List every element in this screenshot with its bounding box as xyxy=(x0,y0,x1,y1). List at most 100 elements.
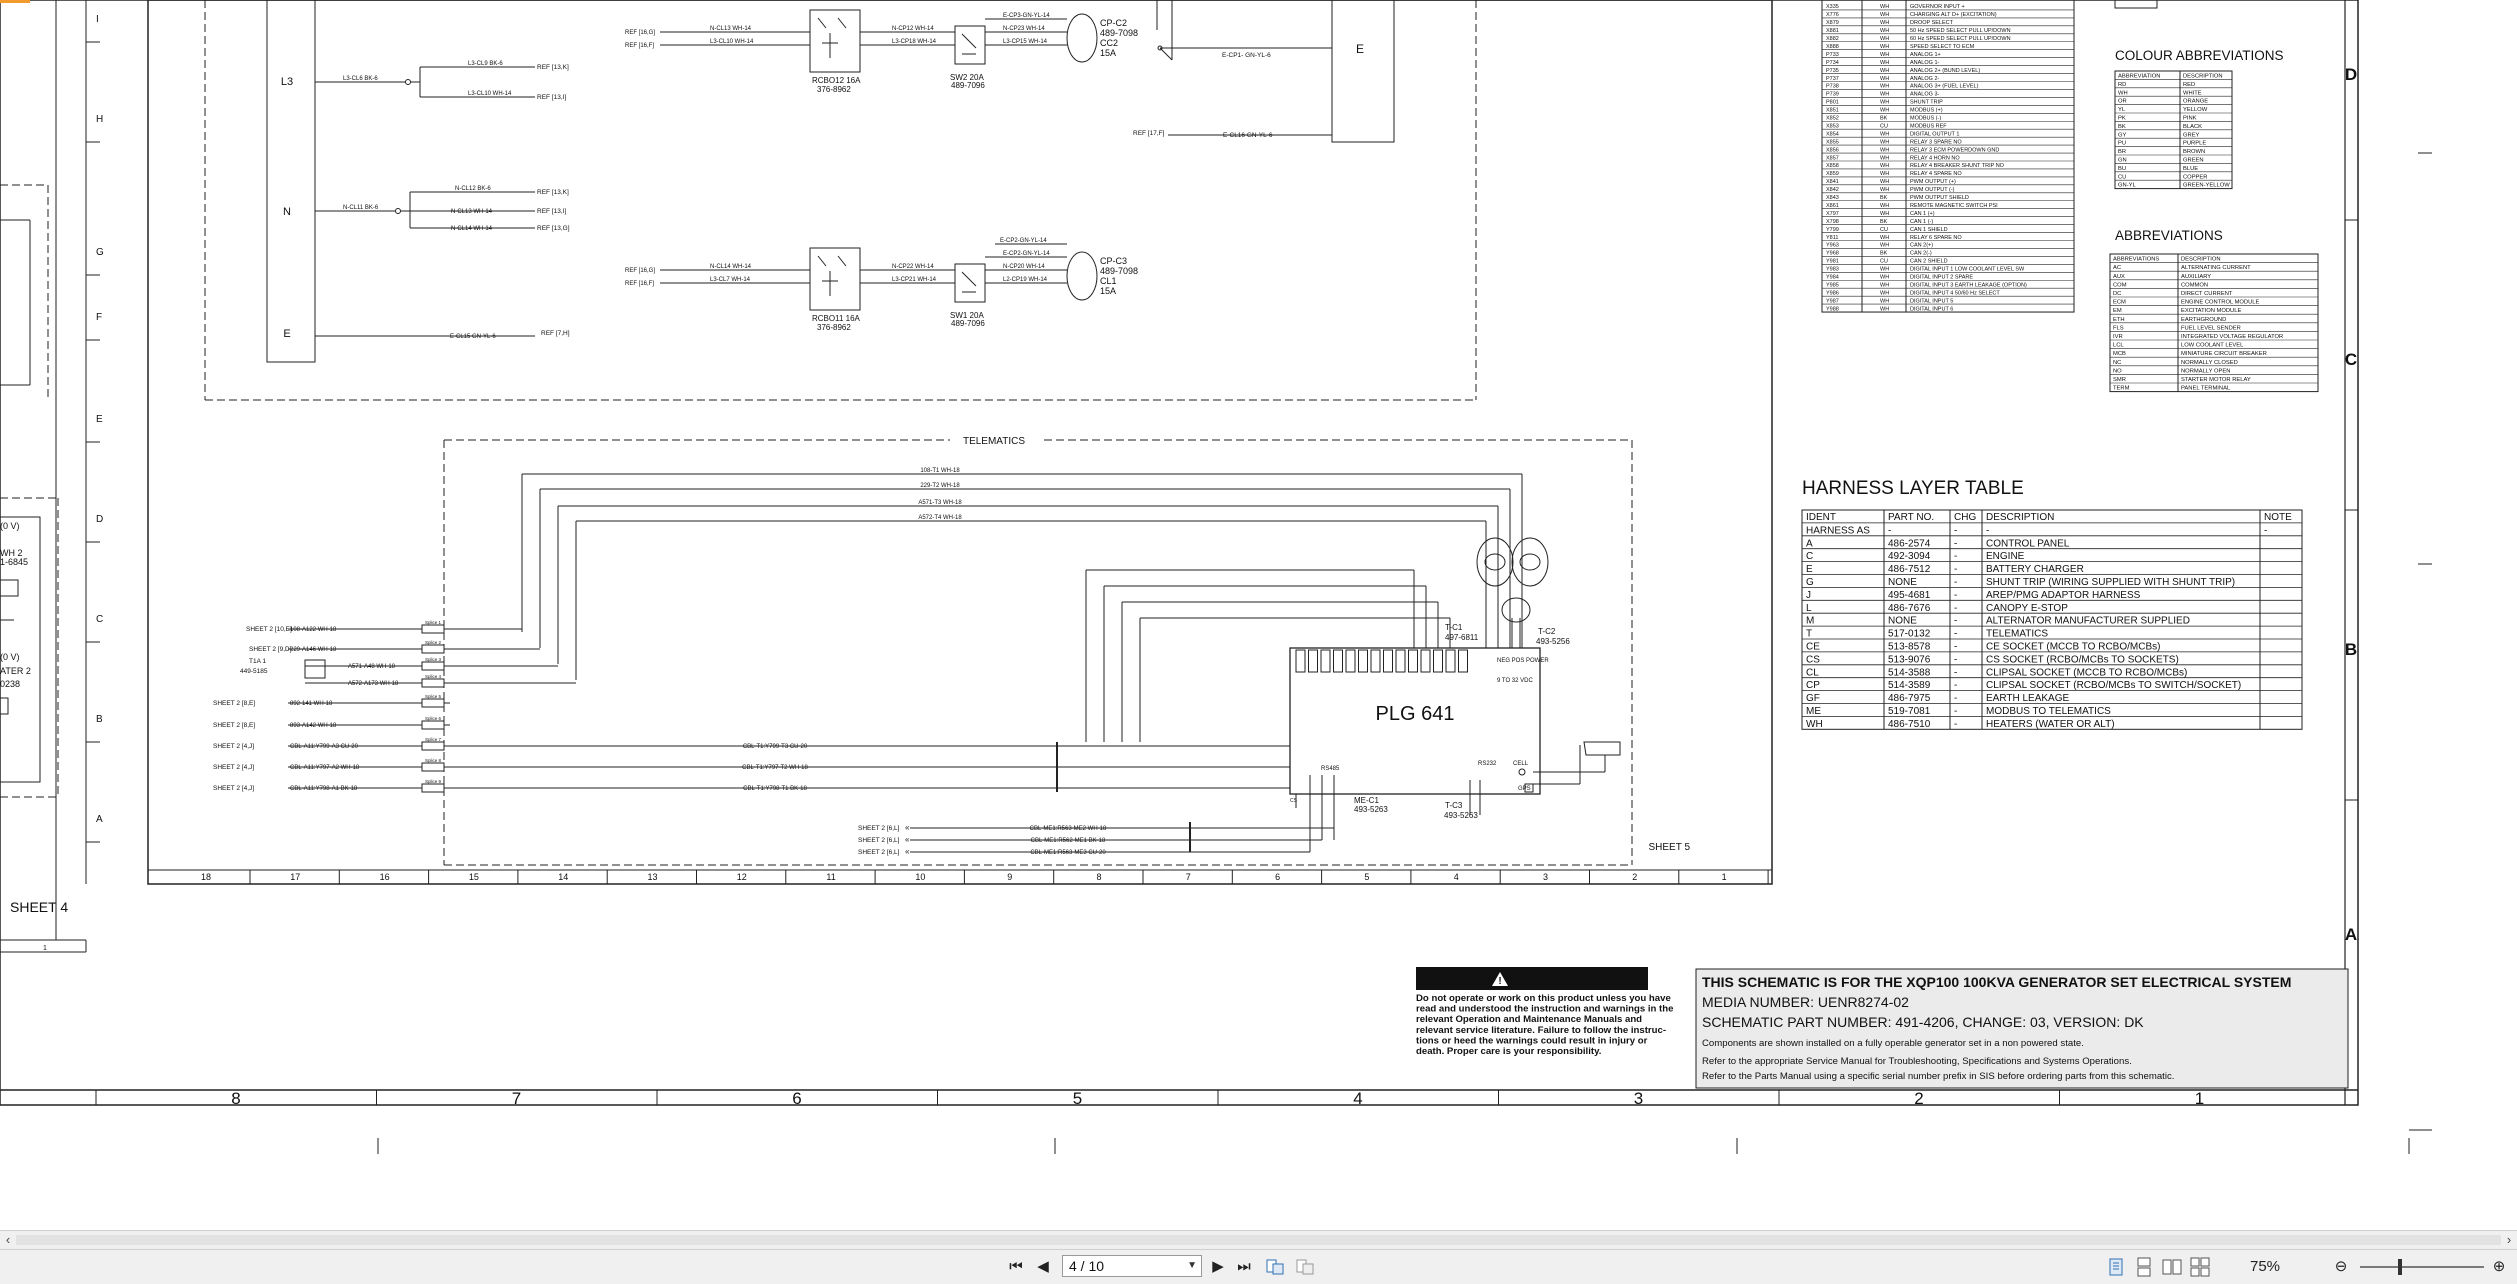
wire-label: 893-A142 WH-18 xyxy=(290,723,337,729)
continuous-view-icon[interactable] xyxy=(2133,1256,2155,1278)
wire-table-cell: CHARGING ALT D+ (EXCITATION) xyxy=(1910,12,1997,18)
page-number-field[interactable]: 4 / 10 ▼ xyxy=(1062,1255,1202,1277)
two-page-view-icon[interactable] xyxy=(2161,1256,2183,1278)
two-page-continuous-icon[interactable] xyxy=(2189,1256,2211,1278)
wire-table-cell: WH xyxy=(1880,203,1889,209)
outer-column-number: 6 xyxy=(792,1089,801,1108)
sheet-ref: SHEET 2 [6,L] xyxy=(858,837,900,844)
first-page-button[interactable]: ⏮ xyxy=(1005,1256,1027,1278)
wire-table-cell: WH xyxy=(1880,171,1889,177)
connector-pin xyxy=(421,762,445,772)
sheet-ref: SHEET 2 [4,J] xyxy=(213,764,254,771)
pin-label: CS xyxy=(1290,798,1298,804)
table-cell: CL xyxy=(1806,667,1819,678)
previous-page-button[interactable]: ◀ xyxy=(1032,1256,1054,1278)
wire-table-cell: WH xyxy=(1880,20,1889,26)
table-cell: NORMALLY CLOSED xyxy=(2181,360,2238,366)
arrow-glyph: « xyxy=(905,823,910,832)
wire-table-cell: ANALOG 3- xyxy=(1910,92,1940,98)
bus-label-n: N xyxy=(283,206,291,218)
copy-view-icon[interactable] xyxy=(1294,1256,1316,1278)
wire-table-cell: X776 xyxy=(1826,12,1839,18)
scroll-thumb[interactable] xyxy=(16,1235,2501,1245)
wire-label: L3-CP15 WH-14 xyxy=(1003,39,1048,45)
wire-table-cell: X797 xyxy=(1826,211,1839,217)
wire-table-cell: WH xyxy=(1880,108,1889,114)
table-cell: - xyxy=(1954,629,1957,640)
page-number-text: 4 / 10 xyxy=(1069,1258,1105,1274)
table-cell: - xyxy=(1954,564,1957,575)
wire-table-cell: BK xyxy=(1880,116,1888,122)
zoom-out-icon[interactable]: ⊖ xyxy=(2330,1256,2352,1278)
connector-pin xyxy=(421,624,445,634)
socket-switch xyxy=(954,25,986,65)
zoom-in-icon[interactable]: ⊕ xyxy=(2488,1256,2510,1278)
zoom-level[interactable]: 75% xyxy=(2250,1258,2280,1275)
wire-label: E-CL15 GN-YL-6 xyxy=(450,334,496,340)
mec1-part: 493-5263 xyxy=(1354,805,1388,814)
document-viewport[interactable]: I H G F E D C B A 18 17 16 15 14 13 12 11 10 9 8 7 6 5 4 3 2 1 8 7 6 5… xyxy=(0,0,2517,1228)
horizontal-scrollbar[interactable]: ‹ › xyxy=(0,1230,2517,1249)
table-cell: NORMALLY OPEN xyxy=(2181,368,2230,374)
table-cell: M xyxy=(1806,616,1814,627)
wire-label: N-CL13 WH-14 xyxy=(451,209,493,215)
column-number: 13 xyxy=(647,872,657,882)
wire-label: L2-CP19 WH-14 xyxy=(1003,277,1048,283)
mec1-label: ME-C1 xyxy=(1354,796,1379,805)
connector-pin xyxy=(421,678,445,688)
wire-label: CBL-T1:Y797-T2 WH-18 xyxy=(742,765,808,771)
wire-label: E-CP2-GN-YL-14 xyxy=(1003,251,1050,257)
bus-label-e: E xyxy=(283,328,290,340)
table-cell: 513-8578 xyxy=(1888,642,1931,653)
table-cell: GREEN xyxy=(2183,158,2204,164)
table-cell: - xyxy=(1954,667,1957,678)
table-header: PART NO. xyxy=(1888,512,1934,523)
table-header: DESCRIPTION xyxy=(2181,257,2221,263)
table-cell: FLS xyxy=(2113,325,2124,331)
ref-label: REF [16,G] xyxy=(625,30,655,36)
wire-label: CBL-T1:Y798-T1 BK-18 xyxy=(743,786,807,792)
chevron-down-icon[interactable]: ▼ xyxy=(1187,1256,1197,1276)
single-page-view-icon[interactable] xyxy=(2105,1256,2127,1278)
plg-pin xyxy=(1320,649,1331,673)
table-cell: LCL xyxy=(2113,343,2124,349)
table-cell: J xyxy=(1806,590,1811,601)
wire xyxy=(837,255,847,267)
wire-table-cell: ANALOG 3+ (FUEL LEVEL) xyxy=(1910,84,1979,90)
part-label: 449-5185 xyxy=(240,668,268,675)
zoom-slider-thumb[interactable] xyxy=(2398,1259,2402,1275)
left-fragment-label: 0238 xyxy=(0,679,20,689)
scroll-left-icon[interactable]: ‹ xyxy=(0,1231,16,1249)
switch-part: 489-7096 xyxy=(951,81,985,90)
wire-label: N-CP23 WH-14 xyxy=(1003,26,1045,32)
last-page-button[interactable]: ⏭ xyxy=(1233,1256,1255,1278)
plg-pin xyxy=(1433,649,1443,673)
ref-label: REF [13,K] xyxy=(537,189,569,196)
connector-label: Splice 6 xyxy=(425,716,442,721)
rcbo-breaker xyxy=(809,247,861,311)
title-block-note: Refer to the Parts Manual using a specif… xyxy=(1702,1071,2174,1082)
connector-label: Splice 3 xyxy=(425,657,442,662)
wire-table-cell: WH xyxy=(1880,306,1889,312)
table-cell: INTEGRATED VOLTAGE REGULATOR xyxy=(2181,334,2283,340)
table-cell: AREP/PMG ADAPTOR HARNESS xyxy=(1986,590,2141,601)
rotate-view-icon[interactable] xyxy=(1264,1256,1286,1278)
table-cell: - xyxy=(1954,693,1957,704)
wire-table-cell: P738 xyxy=(1826,84,1839,90)
scroll-right-icon[interactable]: › xyxy=(2501,1231,2517,1249)
plg-pin xyxy=(1383,649,1393,673)
table-cell: AC xyxy=(2113,265,2121,271)
sheet-ref: T1A 1 xyxy=(249,658,266,665)
table-cell: COPPER xyxy=(2183,174,2207,180)
zoom-slider[interactable] xyxy=(2360,1266,2484,1268)
sheet-ref: SHEET 2 [9,D] xyxy=(249,646,292,653)
table-cell: 492-3094 xyxy=(1888,551,1931,562)
table-cell: 486-2574 xyxy=(1888,538,1931,549)
table-cell: A xyxy=(1806,538,1813,549)
cp-rating: 15A xyxy=(1100,48,1116,58)
next-page-button[interactable]: ▶ xyxy=(1207,1256,1229,1278)
wire-label: A571-A48 WH-18 xyxy=(348,664,396,670)
left-fragment-label: (0 V) xyxy=(0,521,20,531)
outer-column-number: 7 xyxy=(512,1089,521,1108)
wire-label: N-CL14 WH-14 xyxy=(451,226,493,232)
